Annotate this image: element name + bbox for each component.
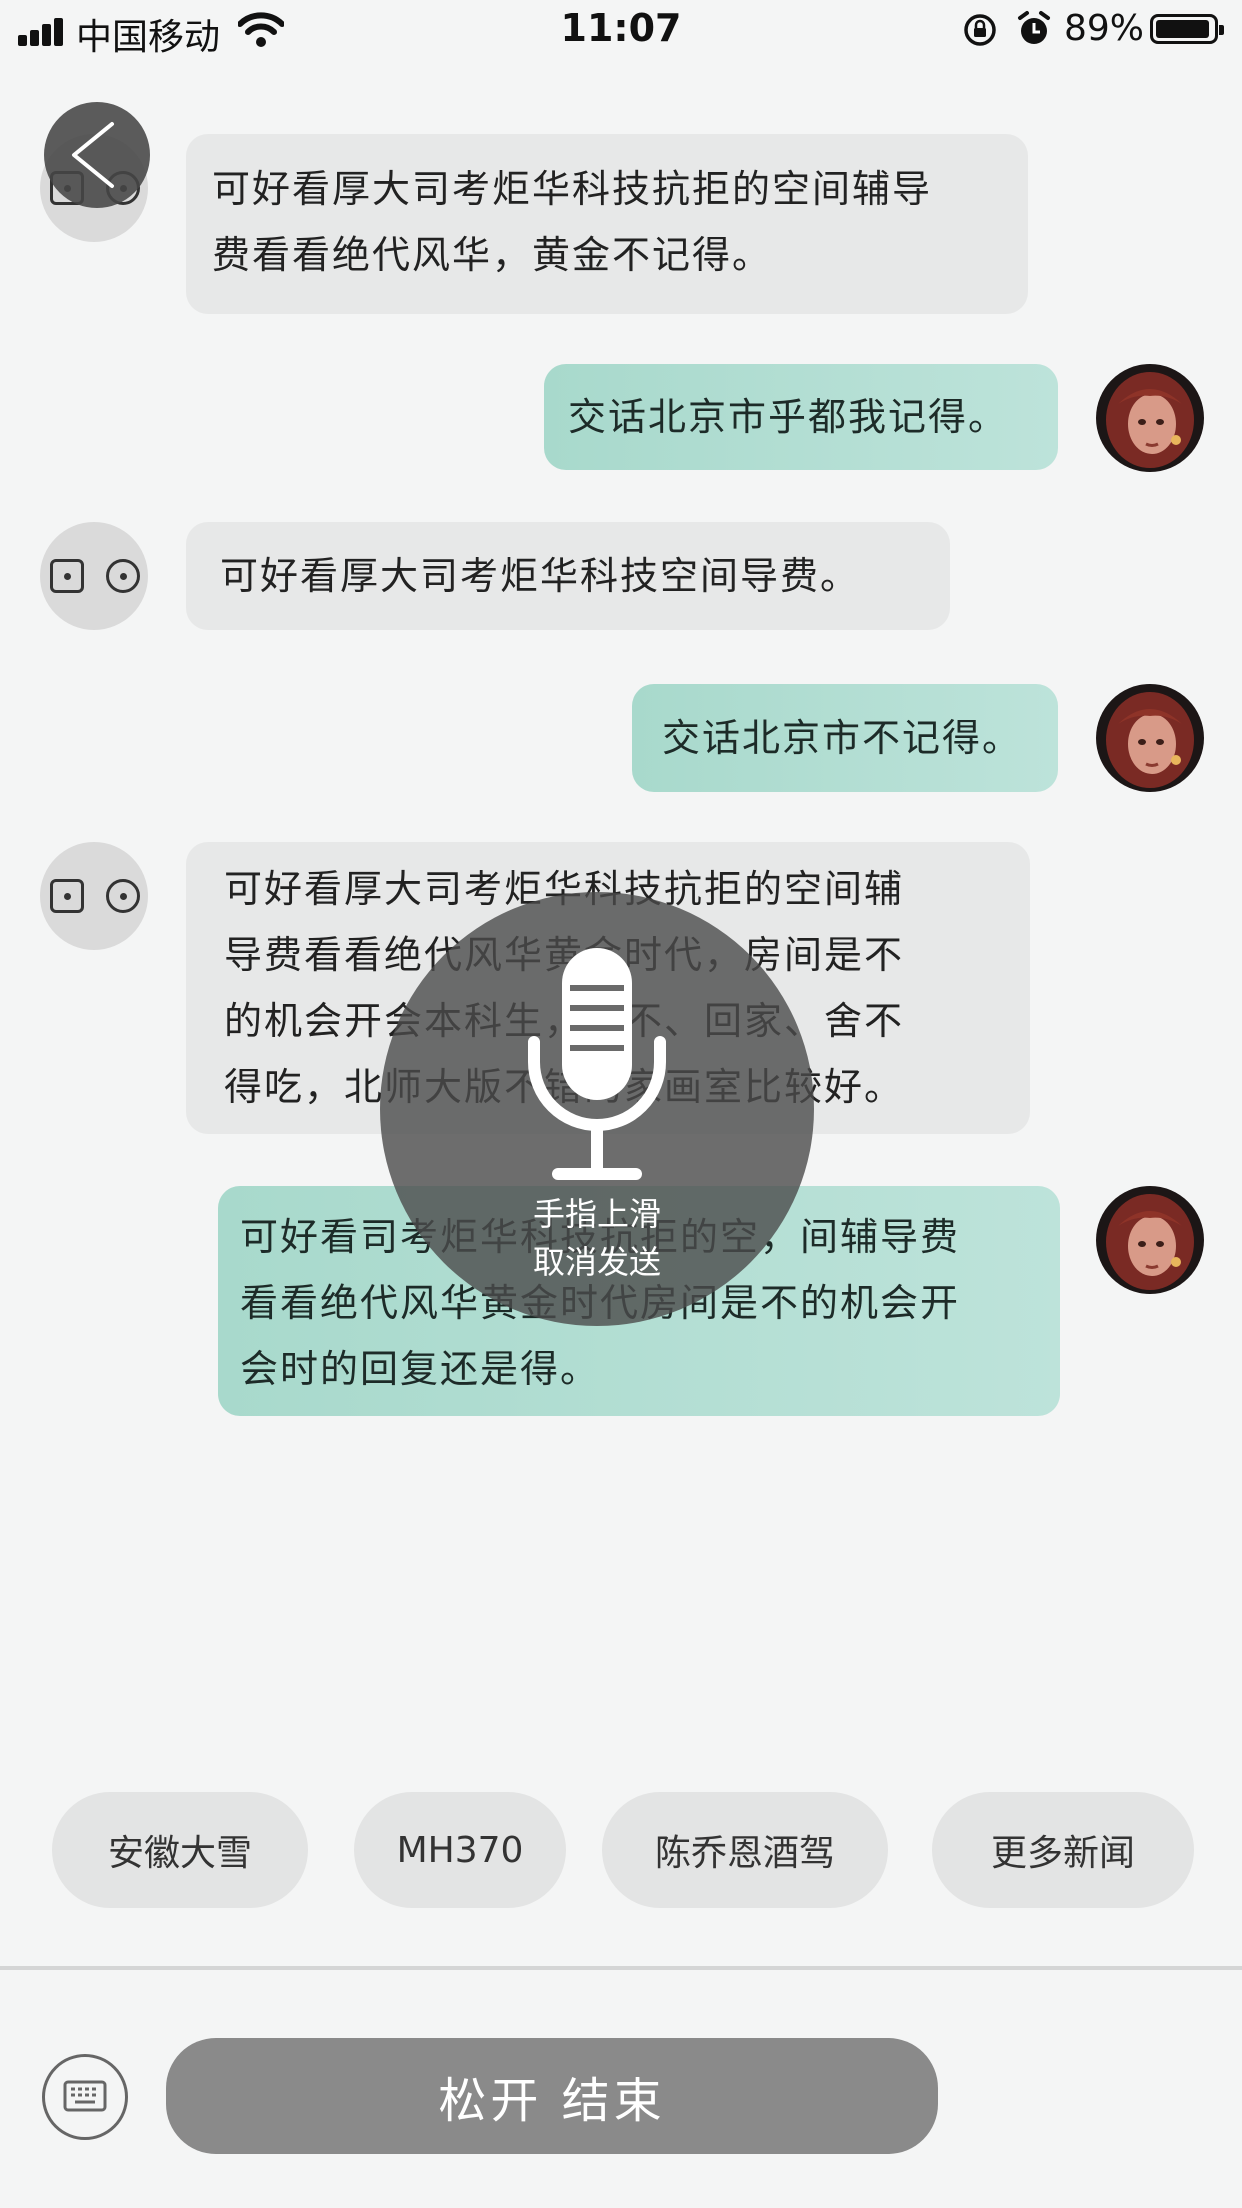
back-button[interactable] [44, 102, 150, 208]
back-arrow-icon [72, 122, 114, 188]
voice-hint-line1: 手指上滑 [532, 1195, 661, 1233]
quick-reply-chip[interactable]: 更多新闻 [932, 1792, 1194, 1908]
divider [0, 1966, 1242, 1970]
bot-eye-round [106, 559, 140, 593]
battery-percent: 89% [1064, 8, 1145, 49]
bot-eye-square [50, 559, 84, 593]
keyboard-icon [63, 2080, 107, 2112]
battery-icon [1150, 14, 1224, 44]
hold-to-talk-button[interactable]: 松开 结束 [166, 2038, 938, 2154]
user-avatar[interactable] [1096, 1186, 1204, 1294]
message-line: 可好看厚大司考炬华科技空间导费。 [220, 554, 861, 598]
voice-recording-overlay: 手指上滑 取消发送 [380, 892, 814, 1326]
message-bubble-user[interactable]: 交话北京市不记得。 [632, 684, 1058, 792]
clock: 11:07 [560, 6, 682, 50]
status-bar: 中国移动 11:07 89% [0, 0, 1242, 62]
quick-reply-chip[interactable]: MH370 [354, 1792, 566, 1908]
keyboard-toggle-button[interactable] [42, 2054, 128, 2140]
message-line: 费看看绝代风华，黄金不记得。 [212, 233, 773, 277]
message-line: 会时的回复还是得。 [240, 1347, 601, 1391]
bot-eye-round [106, 879, 140, 913]
message-line: 交话北京市不记得。 [662, 716, 1023, 760]
message-bubble-bot[interactable]: 可好看厚大司考炬华科技空间导费。 [186, 522, 950, 630]
rotation-lock-icon [964, 14, 996, 46]
bot-avatar[interactable] [40, 522, 148, 630]
message-line: 可好看厚大司考炬华科技抗拒的空间辅导 [212, 167, 933, 211]
message-bubble-user[interactable]: 交话北京市乎都我记得。 [544, 364, 1058, 470]
bot-eye-square [50, 879, 84, 913]
message-bubble-bot[interactable]: 可好看厚大司考炬华科技抗拒的空间辅导 费看看绝代风华，黄金不记得。 [186, 134, 1028, 314]
quick-reply-chip[interactable]: 安徽大雪 [52, 1792, 308, 1908]
message-line: 交话北京市乎都我记得。 [568, 395, 1009, 439]
voice-hint-line2: 取消发送 [532, 1243, 661, 1281]
alarm-icon [1018, 11, 1050, 44]
bot-avatar[interactable] [40, 842, 148, 950]
user-avatar[interactable] [1096, 364, 1204, 472]
user-avatar[interactable] [1096, 684, 1204, 792]
quick-reply-chip[interactable]: 陈乔恩酒驾 [602, 1792, 888, 1908]
